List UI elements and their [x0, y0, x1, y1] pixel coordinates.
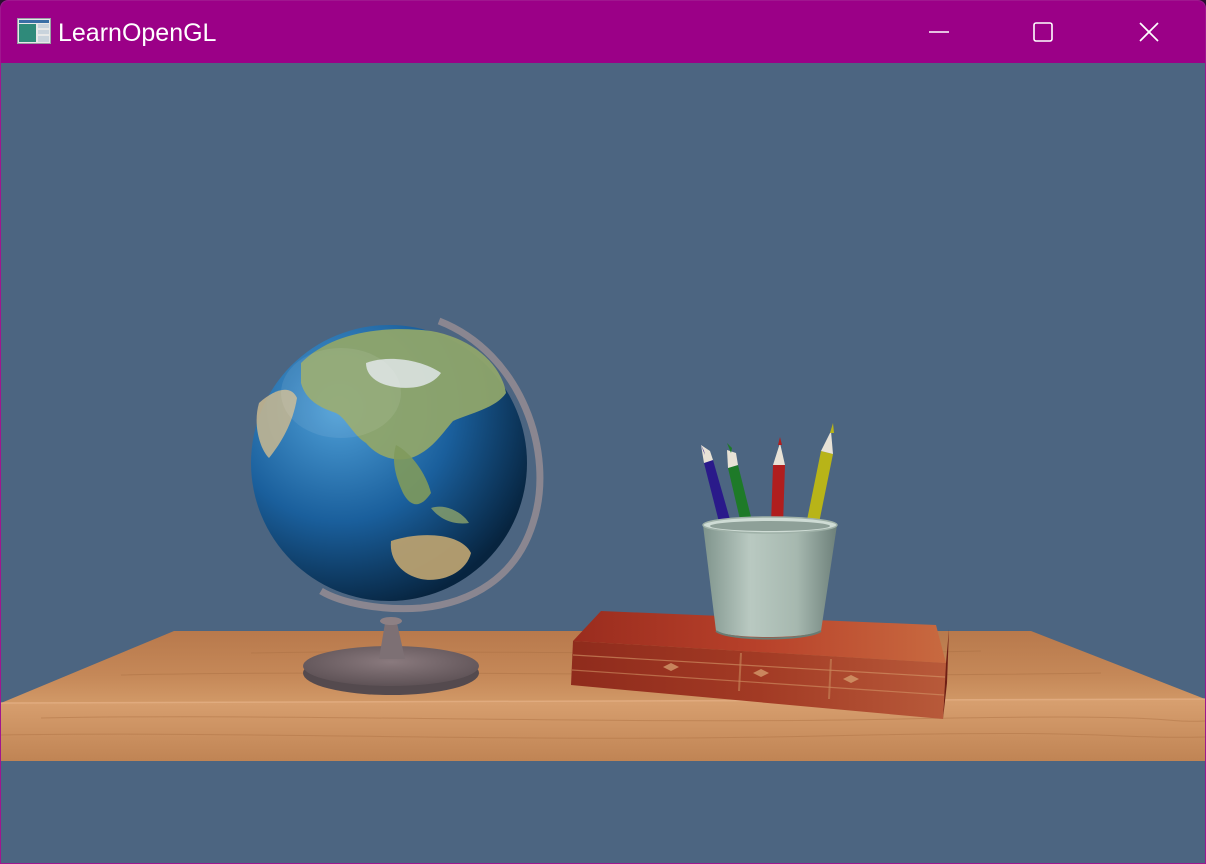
- pencil-blue: [701, 445, 731, 526]
- pencil-green: [727, 443, 753, 528]
- maximize-button[interactable]: [991, 1, 1095, 63]
- minimize-button[interactable]: [887, 1, 991, 63]
- scene-canvas: [1, 317, 1205, 761]
- title-bar[interactable]: LearnOpenGL: [1, 1, 1205, 63]
- pencil-cup: [702, 516, 838, 640]
- app-icon: [17, 18, 51, 44]
- pencil-red: [771, 437, 785, 525]
- pencil-yellow: [807, 423, 834, 523]
- close-button[interactable]: [1097, 1, 1201, 63]
- app-window: LearnOpenGL: [0, 0, 1206, 864]
- maximize-icon: [1032, 21, 1054, 43]
- pencils: [701, 423, 834, 528]
- minimize-icon: [928, 21, 950, 43]
- render-viewport[interactable]: [1, 63, 1205, 863]
- window-title: LearnOpenGL: [58, 19, 217, 47]
- close-icon: [1138, 21, 1160, 43]
